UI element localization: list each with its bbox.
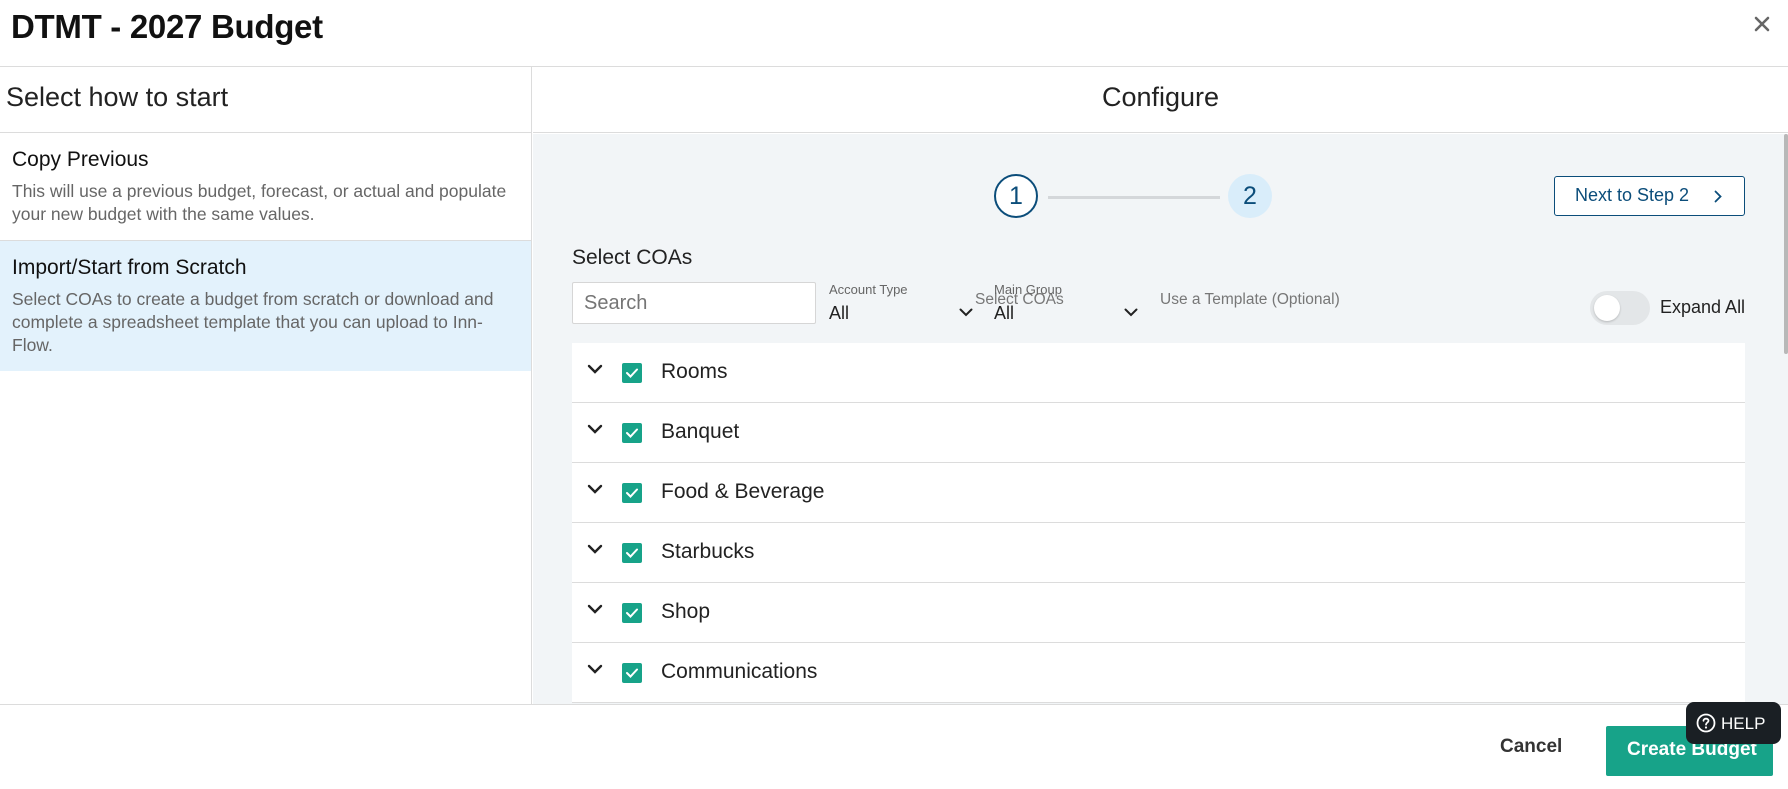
- coa-row: Shop: [572, 583, 1745, 643]
- chevron-down-icon: [959, 308, 973, 317]
- chevron-down-icon[interactable]: [587, 664, 603, 674]
- coa-name: Communications: [661, 660, 818, 683]
- configure-body: 1 2 Select COAs Use a Template (Optional…: [533, 134, 1788, 704]
- start-options-panel: Select how to start Copy Previous This w…: [0, 67, 532, 704]
- chevron-down-icon: [1124, 308, 1138, 317]
- chevron-down-icon[interactable]: [587, 424, 603, 434]
- option-title: Copy Previous: [12, 148, 149, 171]
- step-2-label: Use a Template (Optional): [1160, 291, 1340, 308]
- checkmark-icon: [626, 428, 638, 438]
- coa-name: Starbucks: [661, 540, 755, 563]
- option-title: Import/Start from Scratch: [12, 256, 247, 279]
- dropdown-label: Account Type: [829, 282, 908, 297]
- coa-row: Starbucks: [572, 523, 1745, 583]
- option-description: This will use a previous budget, forecas…: [12, 181, 507, 224]
- step-1-indicator[interactable]: 1: [994, 174, 1038, 218]
- search-input[interactable]: [572, 282, 816, 324]
- checkmark-icon: [626, 548, 638, 558]
- chevron-down-icon[interactable]: [587, 604, 603, 614]
- section-title: Select COAs: [572, 246, 693, 269]
- close-icon[interactable]: [1750, 12, 1774, 36]
- expand-all-label: Expand All: [1660, 297, 1746, 317]
- dropdown-value: All: [994, 303, 1015, 323]
- configure-heading: Configure: [533, 67, 1788, 133]
- toggle-track[interactable]: [1590, 291, 1650, 325]
- coa-checkbox[interactable]: [622, 483, 642, 503]
- help-button[interactable]: HELP: [1686, 702, 1781, 744]
- dropdown-label: Main Group: [994, 282, 1062, 297]
- stepper-connector: [1048, 196, 1220, 199]
- chevron-down-icon[interactable]: [587, 544, 603, 554]
- coa-name: Food & Beverage: [661, 480, 825, 503]
- coa-checkbox[interactable]: [622, 663, 642, 683]
- coa-checkbox[interactable]: [622, 423, 642, 443]
- coa-checkbox[interactable]: [622, 543, 642, 563]
- modal-footer: Cancel Create Budget: [0, 704, 1788, 789]
- coa-name: Shop: [661, 600, 711, 623]
- modal-title: DTMT - 2027 Budget: [11, 8, 323, 45]
- start-options-heading: Select how to start: [0, 67, 531, 133]
- coa-checkbox[interactable]: [622, 603, 642, 623]
- chevron-down-icon[interactable]: [587, 364, 603, 374]
- checkmark-icon: [626, 488, 638, 498]
- coa-checkbox[interactable]: [622, 363, 642, 383]
- chevron-right-icon: [1714, 190, 1722, 203]
- next-step-button[interactable]: Next to Step 2: [1554, 176, 1745, 216]
- dropdown-value: All: [829, 303, 850, 323]
- toggle-knob: [1594, 295, 1620, 321]
- account-type-dropdown[interactable]: Account Type All: [829, 282, 973, 326]
- coa-row: Banquet: [572, 403, 1745, 463]
- chevron-down-icon[interactable]: [587, 484, 603, 494]
- scrollbar[interactable]: [1784, 134, 1788, 354]
- coa-row: Rooms: [572, 343, 1745, 403]
- step-2-indicator[interactable]: 2: [1228, 174, 1272, 218]
- main-group-dropdown[interactable]: Main Group All: [994, 282, 1138, 326]
- coa-list: Rooms Banquet Food & Beverage Starbucks: [572, 343, 1745, 703]
- configure-panel: Configure 1 2 Select COAs Use a Template…: [533, 67, 1788, 704]
- help-label: HELP: [1721, 714, 1766, 733]
- coa-row: Food & Beverage: [572, 463, 1745, 523]
- option-import-scratch[interactable]: Import/Start from Scratch Select COAs to…: [0, 241, 531, 371]
- modal-header: DTMT - 2027 Budget: [0, 0, 1788, 67]
- checkmark-icon: [626, 668, 638, 678]
- cancel-button[interactable]: Cancel: [1500, 736, 1562, 758]
- checkmark-icon: [626, 368, 638, 378]
- checkmark-icon: [626, 608, 638, 618]
- option-description: Select COAs to create a budget from scra…: [12, 289, 494, 355]
- option-copy-previous[interactable]: Copy Previous This will use a previous b…: [0, 133, 531, 241]
- coa-row: Communications: [572, 643, 1745, 703]
- coa-name: Banquet: [661, 420, 740, 443]
- coa-name: Rooms: [661, 360, 728, 383]
- help-icon: [1696, 713, 1716, 733]
- next-step-label: Next to Step 2: [1575, 185, 1690, 205]
